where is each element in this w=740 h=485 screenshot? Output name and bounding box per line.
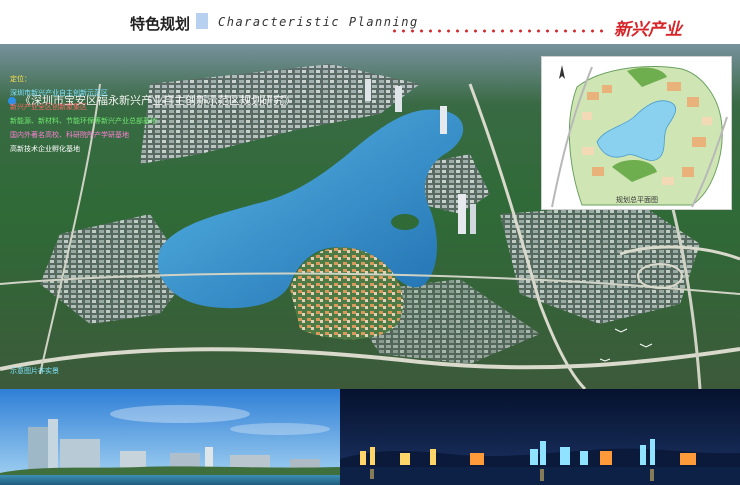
brand-label: 新兴产业 (614, 20, 682, 40)
legend-item: 高新技术企业孵化基地 (10, 145, 80, 153)
site-plan-map (542, 57, 731, 209)
night-skyline-photo (340, 389, 740, 485)
section-title-cn: 特色规划 (130, 15, 191, 33)
title-square-decoration (196, 13, 208, 29)
dotted-divider (390, 29, 608, 33)
daytime-skyline-photo (0, 389, 340, 485)
legend-item: 新兴产业全区创新聚集区 (10, 103, 87, 111)
site-plan-caption: 规划总平面图 (616, 196, 658, 204)
disclaimer-note: 示意图片非实景 (10, 367, 59, 375)
legend-title: 定位： (10, 75, 31, 83)
daytime-skyline-illustration (0, 389, 340, 485)
header-bar: 特色规划 Characteristic Planning 新兴产业 (0, 0, 740, 44)
section-title-en: Characteristic Planning (218, 15, 419, 29)
positioning-legend: 定位： 深圳市新兴产业自主创新示范区 新兴产业全区创新聚集区 新能源、新材料、节… (10, 72, 157, 156)
night-skyline-illustration (340, 389, 740, 485)
site-plan-inset: 规划总平面图 (541, 56, 732, 210)
poster-page: 特色规划 Characteristic Planning 新兴产业 《深圳市宝安… (0, 0, 740, 485)
legend-item: 国内外著名高校、科研院所产学研基地 (10, 131, 129, 139)
legend-item: 新能源、新材料、节能环保等新兴产业总部基地 (10, 117, 157, 125)
legend-item: 深圳市新兴产业自主创新示范区 (10, 89, 108, 97)
